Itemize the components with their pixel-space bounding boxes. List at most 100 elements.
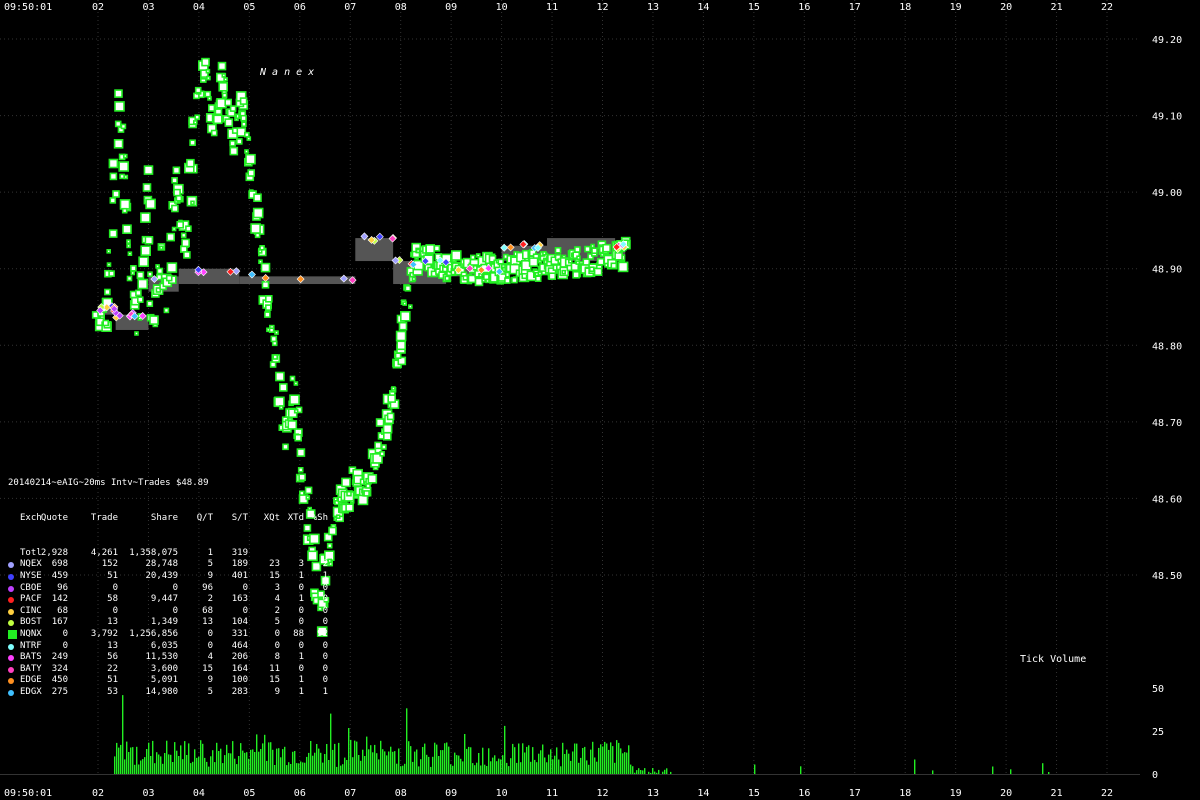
volume-tick-label: 50 <box>1152 684 1164 695</box>
stats-cell-trade: 22 <box>107 663 118 674</box>
volume-bar <box>354 740 356 774</box>
volume-bar <box>202 743 204 774</box>
volume-bar <box>466 748 468 774</box>
trade-marker <box>537 271 543 276</box>
stats-cell-xsh: 0 <box>322 663 328 674</box>
volume-bar <box>932 770 934 774</box>
volume-bar <box>118 747 120 774</box>
volume-bar <box>268 742 270 774</box>
volume-bar <box>164 753 166 774</box>
trade-marker <box>229 105 237 112</box>
volume-bar <box>302 762 304 774</box>
volume-bar <box>156 752 158 774</box>
volume-bar <box>232 741 234 774</box>
trade-marker <box>138 256 149 268</box>
volume-bar <box>380 740 382 774</box>
trade-marker <box>357 494 369 506</box>
stats-cell-exch: Totl <box>20 547 42 558</box>
stats-cell-share: 9,447 <box>150 594 178 605</box>
trade-marker <box>140 245 151 256</box>
stats-header-cell: XTd <box>287 512 304 523</box>
trade-marker <box>112 190 120 198</box>
trade-marker <box>114 89 123 98</box>
stats-cell-exch: BOST <box>20 617 42 628</box>
x-tick-label: 18 <box>899 788 911 799</box>
trade-marker <box>504 277 511 284</box>
volume-tick-label: 0 <box>1152 770 1158 781</box>
stats-cell-exch: BATY <box>20 663 42 674</box>
stats-cell-trade: 13 <box>107 617 118 628</box>
stats-cell-st: 100 <box>231 675 248 686</box>
start-time-top: 09:50:01 <box>4 2 52 13</box>
trade-marker <box>137 278 148 290</box>
stats-cell-quote: 96 <box>57 582 68 593</box>
volume-bar <box>408 741 410 774</box>
volume-bar <box>480 765 482 774</box>
volume-bar <box>254 752 256 774</box>
volume-bar <box>262 743 264 774</box>
x-tick-label: 10 <box>496 2 508 13</box>
trade-marker <box>398 321 408 331</box>
volume-bar <box>462 761 464 774</box>
trade-marker <box>253 193 262 202</box>
exchange-swatch <box>8 573 14 580</box>
stats-cell-share: 28,748 <box>145 559 178 570</box>
trade-marker <box>391 386 396 391</box>
volume-bar <box>658 769 660 774</box>
volume-bar <box>626 752 628 774</box>
stats-header-cell: Q/T <box>196 512 213 523</box>
stats-cell-xtd: 0 <box>298 663 304 674</box>
trade-marker <box>367 473 378 484</box>
volume-bar <box>260 749 262 774</box>
trade-marker <box>433 245 441 252</box>
volume-bar <box>328 760 330 774</box>
trade-marker <box>244 149 249 154</box>
volume-bar <box>452 765 454 774</box>
trade-marker <box>217 61 227 71</box>
stats-header-cell: %Sh <box>311 512 328 523</box>
exchange-swatch <box>8 689 14 696</box>
trade-marker <box>363 490 370 497</box>
volume-bar <box>514 747 516 774</box>
volume-bar <box>398 748 400 774</box>
trade-marker <box>610 262 618 270</box>
volume-bar <box>404 763 406 774</box>
x-tick-label: 06 <box>294 2 306 13</box>
stats-cell-xtd: 0 <box>298 582 304 593</box>
volume-bar <box>576 743 578 774</box>
volume-bar <box>338 742 340 774</box>
volume-bar <box>522 743 524 774</box>
volume-bar <box>530 761 532 774</box>
trade-marker <box>268 327 275 334</box>
volume-bar <box>608 749 610 774</box>
volume-bar <box>304 762 306 774</box>
stats-cell-quote: 2,928 <box>40 547 68 558</box>
stats-cell-share: 5,091 <box>150 675 178 686</box>
volume-bar <box>230 753 232 774</box>
x-tick-label: 05 <box>243 2 255 13</box>
volume-bar <box>282 749 284 774</box>
trade-marker <box>166 232 175 242</box>
volume-bar <box>208 766 210 774</box>
volume-bar <box>536 762 538 774</box>
trade-marker <box>114 120 122 128</box>
y-tick-label: 48.50 <box>1152 571 1182 582</box>
x-tick-label: 07 <box>344 2 356 13</box>
x-tick-label: 02 <box>92 2 104 13</box>
volume-bar <box>320 752 322 774</box>
trade-marker <box>118 161 129 172</box>
stats-cell-xsh: 0 <box>322 640 328 651</box>
trade-marker <box>239 97 248 105</box>
volume-bar <box>218 751 220 774</box>
volume-bar <box>342 764 344 774</box>
trade-marker <box>204 90 212 98</box>
stats-cell-exch: EDGE <box>20 675 42 686</box>
stats-header-cell: XQt <box>263 512 280 523</box>
x-tick-label: 19 <box>950 2 962 13</box>
volume-bar <box>194 749 196 774</box>
trade-marker <box>181 238 190 248</box>
volume-bar <box>400 766 402 774</box>
volume-bar <box>464 734 466 774</box>
volume-bar <box>334 743 336 774</box>
stats-cell-qt: 9 <box>207 675 213 686</box>
